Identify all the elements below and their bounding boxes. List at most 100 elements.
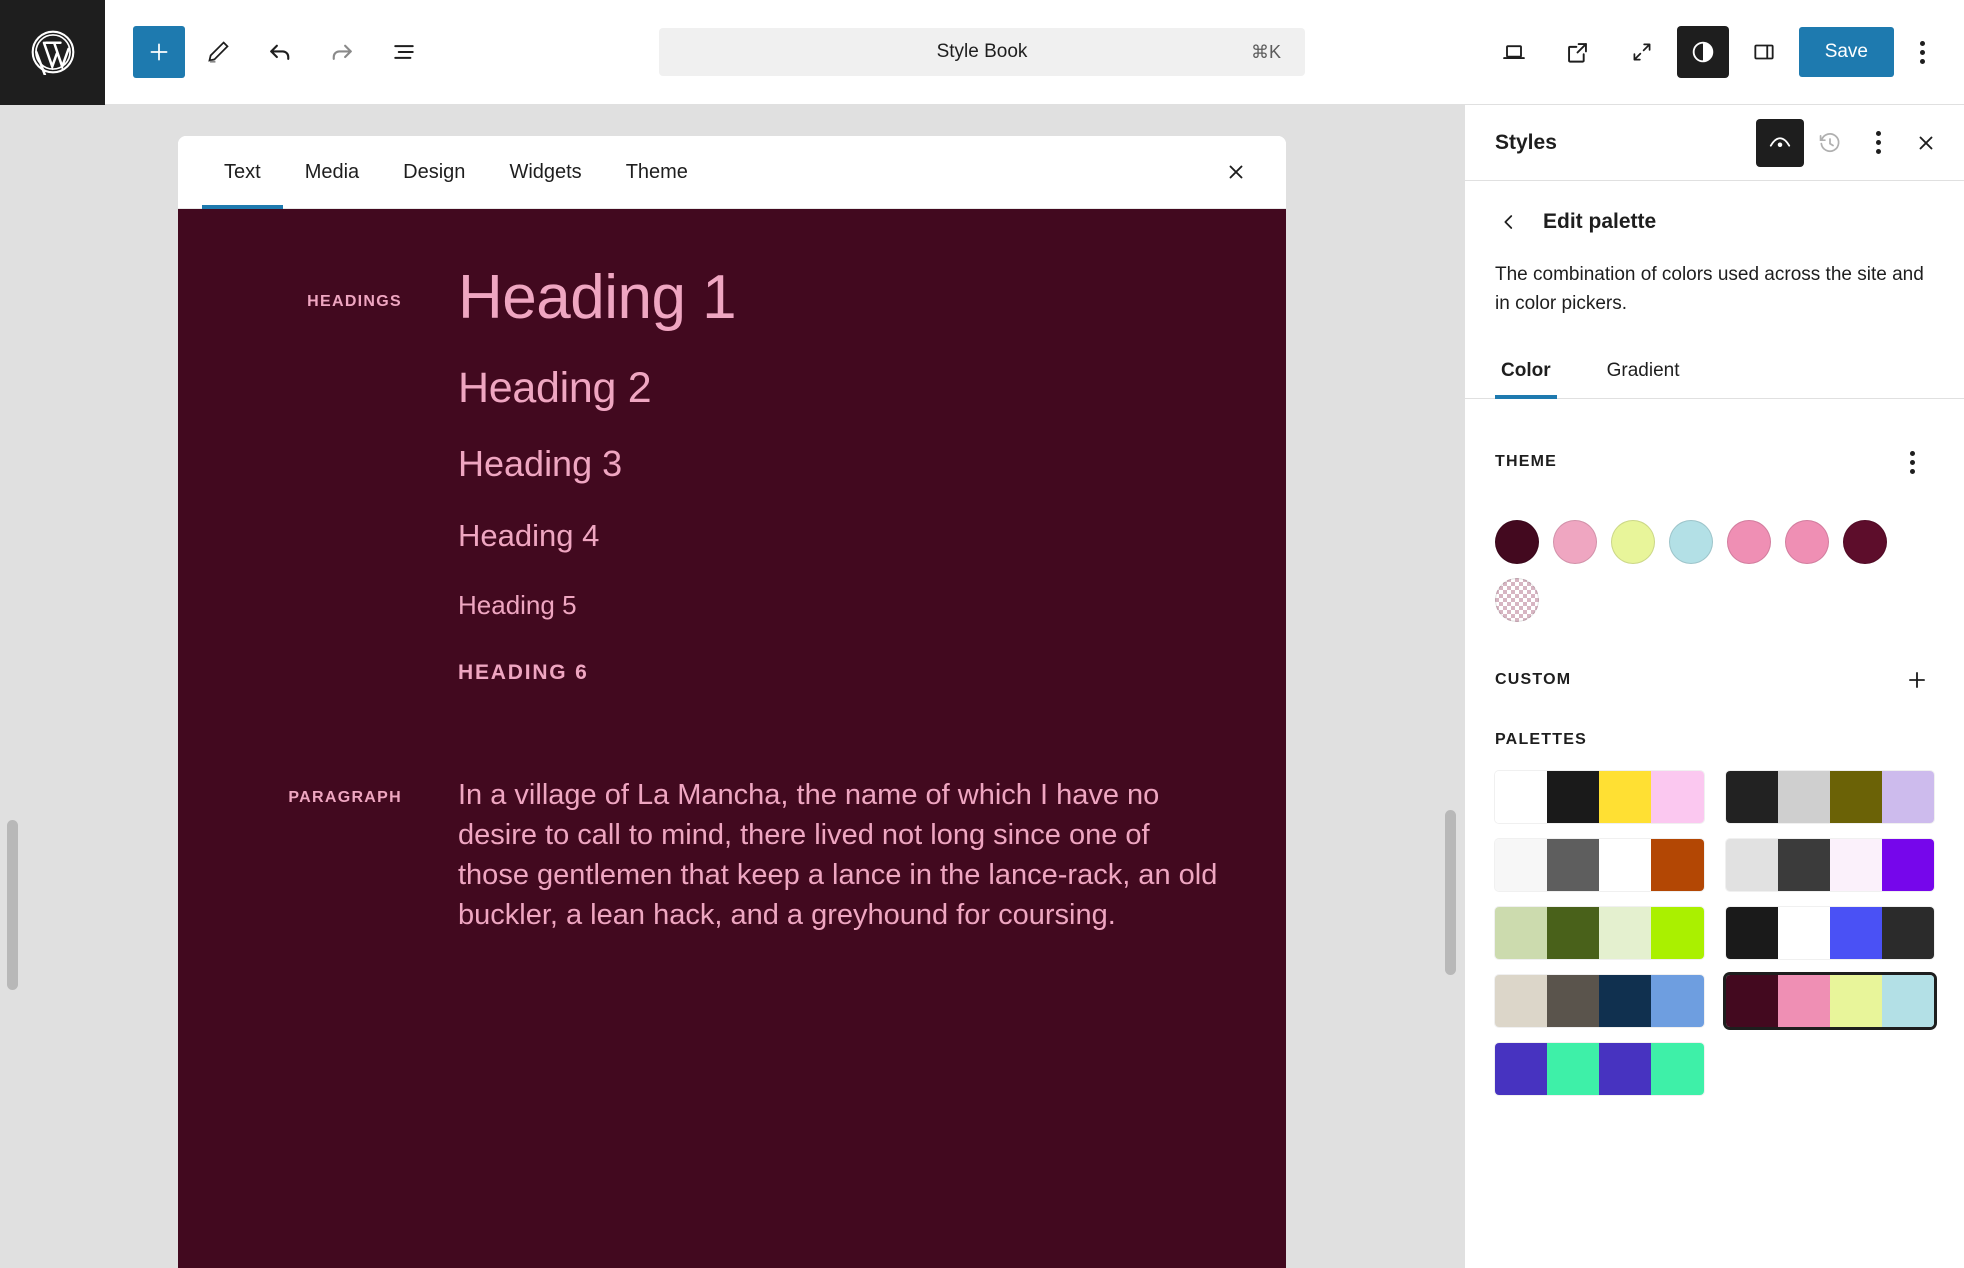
palette-color-chip <box>1829 771 1882 823</box>
preview-heading-6: HEADING 6 <box>458 660 589 684</box>
palette-card[interactable] <box>1725 771 1934 823</box>
palette-card[interactable] <box>1495 1043 1704 1095</box>
custom-section-actions <box>1900 663 1934 697</box>
palettes-section-title: PALETTES <box>1495 731 1587 748</box>
palette-color-chip <box>1547 839 1600 891</box>
palette-color-chip <box>1725 771 1778 823</box>
palette-color-chip <box>1651 907 1704 959</box>
palette-color-chip <box>1599 907 1652 959</box>
paragraph-section: PARAGRAPH In a village of La Mancha, the… <box>178 775 1286 935</box>
tools-pencil-button[interactable] <box>189 23 247 81</box>
palette-color-chip <box>1777 975 1830 1027</box>
palette-color-chip <box>1829 839 1882 891</box>
add-block-button[interactable] <box>133 26 185 78</box>
kebab-dot <box>1875 131 1881 136</box>
toolbar-left-group <box>105 23 433 81</box>
kebab-dot <box>1909 450 1915 456</box>
expand-corners-icon[interactable] <box>1613 23 1671 81</box>
scrollbar-thumb[interactable] <box>7 820 18 990</box>
page-title: Edit palette <box>1543 210 1657 233</box>
paragraph-block: In a village of La Mancha, the name of w… <box>458 775 1226 935</box>
style-book-panel: Text Media Design Widgets Theme HEADINGS <box>178 136 1286 1268</box>
kebab-dot <box>1875 140 1881 145</box>
close-styles-icon[interactable] <box>1902 119 1950 167</box>
preview-heading-3: Heading 3 <box>458 442 623 484</box>
palette-grid: Sunrise <box>1495 771 1934 1095</box>
styles-sidebar: Styles Edit palette The combination of c… <box>1464 105 1964 1268</box>
palette-color-chip <box>1881 771 1934 823</box>
command-bar[interactable]: Style Book ⌘K <box>659 28 1305 76</box>
theme-color-swatch[interactable] <box>1553 520 1597 564</box>
custom-section-title: CUSTOM <box>1495 671 1572 688</box>
preview-heading-5: Heading 5 <box>458 589 577 620</box>
palette-color-chip <box>1495 839 1548 891</box>
theme-color-swatch[interactable] <box>1495 578 1539 622</box>
tab-widgets[interactable]: Widgets <box>487 136 603 209</box>
external-link-icon[interactable] <box>1549 23 1607 81</box>
theme-color-swatch[interactable] <box>1669 520 1713 564</box>
canvas-scrollbar-right[interactable] <box>1438 105 1464 1268</box>
theme-swatch-slot <box>1553 513 1611 571</box>
redo-button[interactable] <box>313 23 371 81</box>
theme-kebab-menu-icon[interactable] <box>1890 433 1934 491</box>
tab-color[interactable]: Color <box>1495 352 1557 399</box>
palettes-section-header: PALETTES <box>1495 731 1934 749</box>
palette-card[interactable] <box>1495 839 1704 891</box>
laptop-icon[interactable] <box>1485 23 1543 81</box>
theme-section-title: THEME <box>1495 453 1557 470</box>
palette-color-chip <box>1777 839 1830 891</box>
palette-color-chip <box>1495 975 1548 1027</box>
palette-card[interactable] <box>1495 975 1704 1027</box>
history-clock-icon[interactable] <box>1806 119 1854 167</box>
theme-section-actions <box>1890 433 1934 491</box>
palette-color-chip <box>1495 771 1548 823</box>
document-overview-button[interactable] <box>375 23 433 81</box>
palette-card-selected[interactable]: Sunrise <box>1725 975 1934 1027</box>
tab-design[interactable]: Design <box>381 136 487 209</box>
palette-color-chip <box>1651 975 1704 1027</box>
theme-color-swatch[interactable] <box>1785 520 1829 564</box>
kebab-dot <box>1909 459 1915 465</box>
canvas-scrollbar-left[interactable] <box>0 105 26 1268</box>
tab-gradient[interactable]: Gradient <box>1601 352 1686 398</box>
palette-card[interactable] <box>1495 907 1704 959</box>
kebab-dot <box>1909 468 1915 474</box>
tab-theme[interactable]: Theme <box>604 136 710 209</box>
eye-icon[interactable] <box>1756 118 1804 167</box>
palette-color-chip <box>1725 907 1778 959</box>
close-icon[interactable] <box>1210 146 1262 198</box>
tab-text[interactable]: Text <box>202 136 283 210</box>
theme-color-swatch[interactable] <box>1611 520 1655 564</box>
theme-swatch-slot <box>1785 513 1843 571</box>
styles-kebab-menu-icon[interactable] <box>1856 114 1900 172</box>
chevron-left-icon[interactable] <box>1495 205 1523 239</box>
style-book-tablist: Text Media Design Widgets Theme <box>178 136 1286 210</box>
theme-color-swatch[interactable] <box>1727 520 1771 564</box>
scrollbar-thumb[interactable] <box>1445 810 1456 975</box>
sidebar-panel-icon[interactable] <box>1735 23 1793 81</box>
palette-color-chip <box>1495 1043 1548 1095</box>
contrast-circle-icon[interactable] <box>1676 26 1729 78</box>
styles-header-actions <box>1756 114 1950 172</box>
palette-color-chip <box>1599 1043 1652 1095</box>
command-bar-shortcut: ⌘K <box>1250 41 1281 62</box>
palette-color-chip <box>1651 771 1704 823</box>
save-button[interactable]: Save <box>1798 27 1894 77</box>
wordpress-logo-icon[interactable] <box>0 0 105 105</box>
undo-button[interactable] <box>251 23 309 81</box>
theme-color-swatch[interactable] <box>1495 520 1539 564</box>
add-custom-color-plus-icon[interactable] <box>1900 663 1934 697</box>
color-gradient-tablist: Color Gradient <box>1465 352 1964 399</box>
style-book-preview: HEADINGS Heading 1 Heading 2 Heading 3 H… <box>178 209 1286 1268</box>
theme-color-swatch[interactable] <box>1843 520 1887 564</box>
app-root: Style Book ⌘K Save Text Media Design Wid… <box>0 0 1964 1268</box>
tab-media[interactable]: Media <box>283 136 381 209</box>
palette-card[interactable] <box>1725 907 1934 959</box>
paragraph-section-label: PARAGRAPH <box>288 788 402 806</box>
palette-card[interactable] <box>1495 771 1704 823</box>
editor-canvas: Text Media Design Widgets Theme HEADINGS <box>0 105 1464 1268</box>
palette-card[interactable] <box>1725 839 1934 891</box>
theme-swatch-slot <box>1669 513 1727 571</box>
kebab-dot <box>1919 58 1925 64</box>
kebab-menu-icon[interactable] <box>1900 23 1944 81</box>
